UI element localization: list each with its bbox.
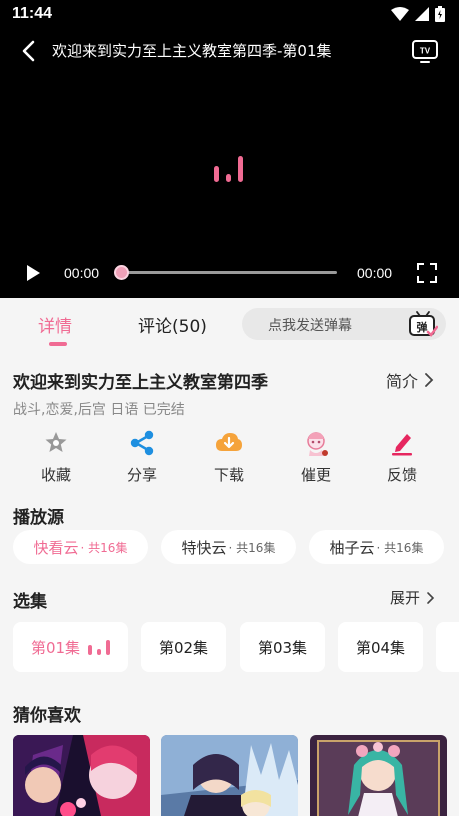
download-button[interactable]: 下载 <box>199 428 259 485</box>
source-name: 特快云 <box>181 538 227 557</box>
urge-update-button[interactable]: 催更 <box>286 428 346 485</box>
episode-label: 第03集 <box>257 638 308 657</box>
edit-pen-icon <box>392 434 412 456</box>
intro-button[interactable]: 简介 <box>386 368 434 392</box>
sources-title: 播放源 <box>13 508 64 528</box>
seek-bar[interactable] <box>120 271 337 274</box>
tab-bar: 详情 评论(50) 点我发送弹幕 弹 <box>0 298 459 350</box>
wifi-icon <box>391 7 409 21</box>
episode-label: 第01集 <box>30 638 81 657</box>
status-bar: 11:44 <box>0 0 459 30</box>
anime-tags: 战斗,恋爱,后宫 日语 已完结 <box>13 402 185 418</box>
danmaku-placeholder: 点我发送弹幕 <box>268 318 352 334</box>
status-time: 11:44 <box>12 5 53 22</box>
episode-chip-05-partial[interactable] <box>436 622 459 672</box>
feedback-label: 反馈 <box>386 466 417 484</box>
feedback-button[interactable]: 反馈 <box>372 428 432 485</box>
favorite-label: 收藏 <box>40 466 71 484</box>
chevron-right-icon <box>425 373 434 387</box>
episode-chip-02[interactable]: 第02集 <box>141 622 226 672</box>
playing-bars-icon <box>88 640 111 655</box>
episode-chip-04[interactable]: 第04集 <box>338 622 423 672</box>
total-time: 00:00 <box>357 265 393 281</box>
source-name: 快看云 <box>33 538 79 557</box>
intro-label: 简介 <box>386 372 419 391</box>
mascot-icon <box>307 432 328 456</box>
expand-label: 展开 <box>390 589 421 607</box>
back-arrow-icon[interactable] <box>16 38 42 64</box>
source-chip-tekuaiyun[interactable]: 特快云 · 共16集 <box>161 530 296 564</box>
source-chip-youziyun[interactable]: 柚子云 · 共16集 <box>309 530 444 564</box>
anime-title: 欢迎来到实力至上主义教室第四季 <box>13 373 268 393</box>
danmaku-tv-icon[interactable]: 弹 <box>408 310 438 338</box>
battery-icon <box>435 6 445 22</box>
star-icon <box>45 432 67 452</box>
video-player[interactable]: 11:44 欢迎来到实力至上主义教室第四季-第01集 TV 00:00 00:0… <box>0 0 459 298</box>
loading-bars-icon <box>214 156 243 182</box>
episodes-title: 选集 <box>13 592 47 612</box>
favorite-button[interactable]: 收藏 <box>26 428 86 485</box>
tv-cast-icon[interactable]: TV <box>411 38 439 64</box>
svg-text:弹: 弹 <box>417 320 428 334</box>
danmaku-input[interactable]: 点我发送弹幕 弹 <box>242 308 446 340</box>
player-controls: 00:00 00:00 <box>0 256 459 290</box>
seek-handle[interactable] <box>114 265 129 280</box>
recommend-thumbnail-3[interactable] <box>310 735 447 816</box>
urge-update-label: 催更 <box>300 466 331 484</box>
episode-label: 第04集 <box>355 638 406 657</box>
share-icon <box>130 430 154 456</box>
chevron-right-icon <box>427 591 435 604</box>
action-row: 收藏 分享 下载 催更 反馈 <box>0 428 459 490</box>
tab-comments[interactable]: 评论(50) <box>138 312 207 337</box>
fullscreen-icon[interactable] <box>416 262 438 284</box>
svg-text:TV: TV <box>420 47 431 56</box>
episode-chip-01[interactable]: 第01集 <box>13 622 128 672</box>
share-button[interactable]: 分享 <box>112 428 172 485</box>
expand-button[interactable]: 展开 <box>390 587 435 608</box>
source-count: · 共16集 <box>228 540 276 555</box>
source-name: 柚子云 <box>329 538 375 557</box>
current-time: 00:00 <box>64 265 100 281</box>
tab-underline <box>49 342 67 346</box>
recommend-thumbnail-1[interactable] <box>13 735 150 816</box>
source-chip-kuaikanyun[interactable]: 快看云 · 共16集 <box>13 530 148 564</box>
share-label: 分享 <box>126 466 157 484</box>
signal-icon <box>415 7 429 21</box>
tab-details[interactable]: 详情 <box>38 312 72 337</box>
episode-chip-03[interactable]: 第03集 <box>240 622 325 672</box>
source-count: · 共16集 <box>80 540 128 555</box>
episode-label: 第02集 <box>158 638 209 657</box>
play-icon[interactable] <box>22 262 44 284</box>
source-count: · 共16集 <box>376 540 424 555</box>
recommend-title: 猜你喜欢 <box>13 706 81 726</box>
recommend-thumbnail-2[interactable] <box>161 735 298 816</box>
video-title: 欢迎来到实力至上主义教室第四季-第01集 <box>52 42 332 60</box>
download-label: 下载 <box>213 466 244 484</box>
download-cloud-icon <box>216 433 242 451</box>
